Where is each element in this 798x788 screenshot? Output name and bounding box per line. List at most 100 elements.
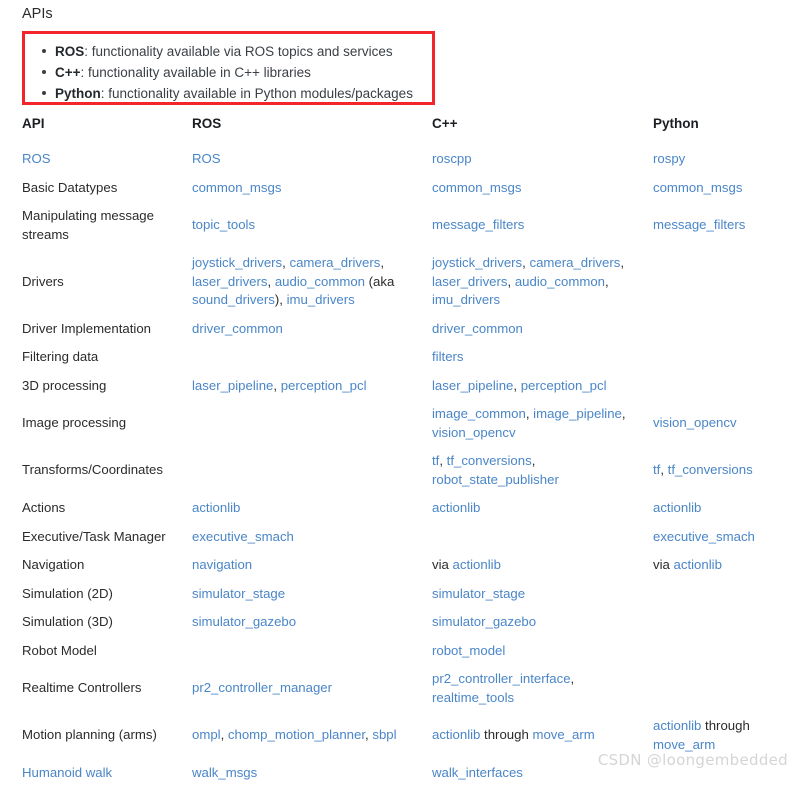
table-cell-cpp: via actionlib (432, 551, 653, 580)
bullet-icon (42, 70, 46, 74)
table-cell-cpp: actionlib (432, 494, 653, 523)
package-link[interactable]: laser_pipeline (432, 378, 513, 393)
table-cell-py: executive_smach (653, 523, 782, 552)
package-link[interactable]: audio_common (515, 274, 605, 289)
package-link[interactable]: audio_common (275, 274, 365, 289)
table-cell-cpp: simulator_stage (432, 580, 653, 609)
package-link[interactable]: sbpl (372, 727, 396, 742)
table-body: ROS ROS roscpp rospy Basic Datatypes common_m… (22, 145, 782, 788)
table-cell-py: via actionlib (653, 551, 782, 580)
package-link[interactable]: perception_pcl (521, 378, 607, 393)
cell-text: through (480, 727, 533, 743)
cell-text: through (701, 718, 750, 733)
package-link[interactable]: simulator_stage (432, 586, 525, 601)
table-cell-ros: common_msgs (192, 174, 432, 203)
package-link[interactable]: robot_model (432, 643, 505, 658)
package-link[interactable]: common_msgs (432, 180, 521, 195)
table-row: Simulation (3D) simulator_gazebo simulator… (22, 608, 782, 637)
package-link[interactable]: driver_common (192, 321, 283, 336)
package-link[interactable]: camera_drivers (529, 255, 620, 270)
package-link[interactable]: vision_opencv (653, 415, 737, 430)
package-link[interactable]: common_msgs (192, 180, 281, 195)
package-link[interactable]: laser_drivers (432, 274, 508, 289)
package-link[interactable]: laser_drivers (192, 274, 268, 289)
table-cell-api: Manipulating message streams (22, 202, 192, 249)
package-link[interactable]: filters (432, 349, 464, 364)
package-link[interactable]: move_arm (653, 737, 715, 752)
package-link[interactable]: laser_pipeline (192, 378, 273, 393)
table-cell-api: Simulation (3D) (22, 608, 192, 637)
table-cell-api: Basic Datatypes (22, 174, 192, 203)
cell-text: , (507, 273, 515, 289)
table-cell-cpp: driver_common (432, 315, 653, 344)
page-root: APIs ROS: functionality available via RO… (0, 0, 798, 781)
package-link[interactable]: executive_smach (653, 529, 755, 544)
table-row: Transforms/Coordinates tf, tf_conversions… (22, 447, 782, 494)
package-link[interactable]: tf_conversions (668, 462, 753, 477)
api-link[interactable]: Humanoid walk (22, 765, 112, 780)
package-link[interactable]: pr2_controller_interface (432, 671, 571, 686)
package-link[interactable]: ompl (192, 727, 221, 742)
api-label: Robot Model (22, 642, 97, 658)
table-row: Drivers joystick_drivers, camera_drivers,… (22, 249, 782, 315)
table-row: ROS ROS roscpp rospy (22, 145, 782, 174)
package-link[interactable]: joystick_drivers (432, 255, 522, 270)
api-label: Executive/Task Manager (22, 528, 166, 544)
package-link[interactable]: driver_common (432, 321, 523, 336)
package-link[interactable]: roscpp (432, 151, 472, 166)
package-link[interactable]: executive_smach (192, 529, 294, 544)
bullet-icon (42, 91, 46, 95)
table-cell-py (653, 343, 782, 372)
package-link[interactable]: simulator_stage (192, 586, 285, 601)
package-link[interactable]: tf_conversions (447, 453, 532, 468)
package-link[interactable]: walk_msgs (192, 765, 257, 780)
package-link[interactable]: message_filters (432, 217, 524, 232)
package-link[interactable]: actionlib (653, 718, 701, 733)
package-link[interactable]: actionlib (674, 557, 722, 572)
table-cell-py (653, 665, 782, 712)
package-link[interactable]: robot_state_publisher (432, 472, 559, 487)
package-link[interactable]: perception_pcl (281, 378, 367, 393)
cell-text: via (432, 557, 453, 572)
table-cell-ros: laser_pipeline, perception_pcl (192, 372, 432, 401)
package-link[interactable]: image_common (432, 406, 526, 421)
package-link[interactable]: common_msgs (653, 180, 742, 195)
table-cell-cpp: tf, tf_conversions, robot_state_publishe… (432, 447, 653, 494)
package-link[interactable]: actionlib (453, 557, 501, 572)
package-link[interactable]: realtime_tools (432, 690, 514, 705)
column-header-python: Python (653, 116, 699, 131)
table-cell-api: Motion planning (arms) (22, 712, 192, 759)
package-link[interactable]: simulator_gazebo (192, 614, 296, 629)
package-link[interactable]: sound_drivers (192, 292, 275, 307)
api-label: Manipulating message streams (22, 208, 154, 242)
table-cell-api: Navigation (22, 551, 192, 580)
package-link[interactable]: imu_drivers (432, 292, 500, 307)
callout-item-term: Python (55, 86, 101, 101)
package-link[interactable]: actionlib (432, 500, 480, 515)
table-cell-api: Actions (22, 494, 192, 523)
table-cell-cpp: image_common, image_pipeline, vision_ope… (432, 400, 653, 447)
package-link[interactable]: vision_opencv (432, 425, 516, 440)
package-link[interactable]: message_filters (653, 217, 745, 232)
package-link[interactable]: navigation (192, 557, 252, 572)
package-link[interactable]: pr2_controller_manager (192, 680, 332, 695)
package-link[interactable]: actionlib (432, 727, 480, 742)
package-link[interactable]: actionlib (653, 500, 701, 515)
table-cell-api: Simulation (2D) (22, 580, 192, 609)
package-link[interactable]: move_arm (532, 727, 594, 742)
api-link[interactable]: ROS (22, 151, 51, 166)
package-link[interactable]: chomp_motion_planner (228, 727, 365, 742)
table-cell-ros: topic_tools (192, 202, 432, 249)
package-link[interactable]: rospy (653, 151, 685, 166)
package-link[interactable]: topic_tools (192, 217, 255, 232)
package-link[interactable]: camera_drivers (289, 255, 380, 270)
package-link[interactable]: actionlib (192, 500, 240, 515)
cell-text: (aka (365, 273, 395, 289)
package-link[interactable]: simulator_gazebo (432, 614, 536, 629)
package-link[interactable]: imu_drivers (287, 292, 355, 307)
table-cell-py: tf, tf_conversions (653, 447, 782, 494)
package-link[interactable]: image_pipeline (533, 406, 622, 421)
package-link[interactable]: walk_interfaces (432, 765, 523, 780)
package-link[interactable]: ROS (192, 151, 221, 166)
package-link[interactable]: joystick_drivers (192, 255, 282, 270)
